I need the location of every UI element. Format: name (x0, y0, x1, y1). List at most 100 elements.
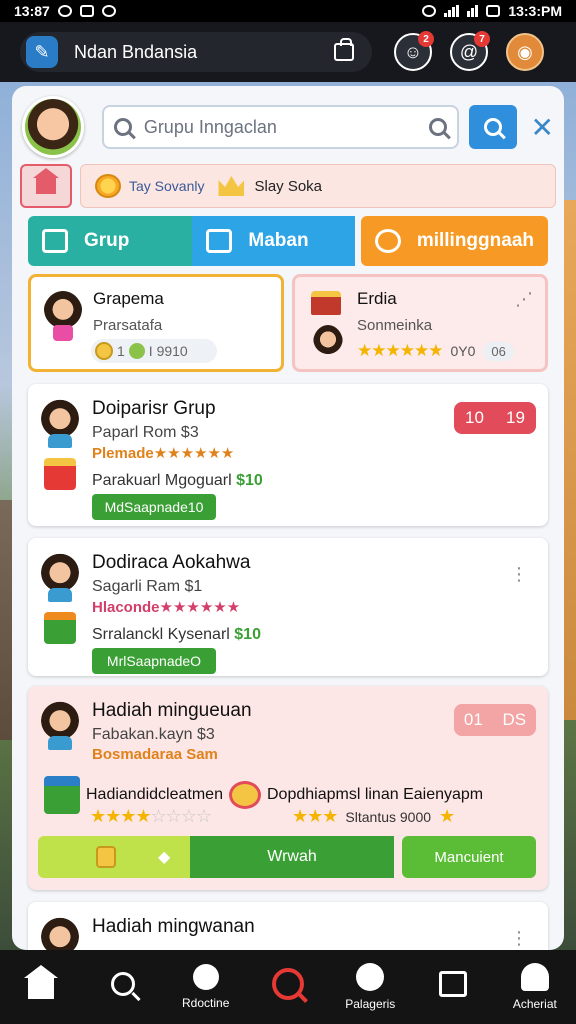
card-title: Doiparisr Grup (92, 398, 216, 419)
search-placeholder: Grupu Inngaclan (143, 116, 277, 137)
nav-label: Rdoctine (182, 996, 230, 1010)
tab-label: Grup (84, 230, 130, 251)
edit-icon (42, 229, 68, 253)
more-icon[interactable]: ⋮ (510, 928, 528, 949)
close-icon[interactable]: ✕ (531, 111, 554, 144)
prize-name: Dopdhiapmsl linan Eaienyapm (266, 786, 484, 803)
app-title: Ndan Bndansia (74, 41, 198, 62)
shopping-bag-icon[interactable] (334, 38, 354, 61)
avatar (40, 398, 80, 448)
card-subtitle: Paparl Rom $3 (92, 424, 199, 441)
rating-count: 0Y0 (450, 343, 476, 359)
user-icon (192, 964, 219, 990)
inbox-icon (438, 971, 467, 997)
join-button[interactable]: MrlSaapnadeO (92, 648, 216, 674)
hand-icon (96, 846, 116, 868)
app-header: ✎ Ndan Bndansia ☺ 2 @7 ◉ (0, 22, 576, 82)
group-name: Erdia (357, 289, 397, 308)
list-item[interactable]: Doiparisr Grup Paparl Rom $3 Plemade★★★★… (28, 384, 548, 526)
nav-label: Palageris (345, 997, 396, 1011)
card-subtitle: Fabakan.kayn $3 (92, 726, 215, 743)
avatar[interactable] (22, 96, 84, 158)
stat-value: I 9910 (148, 343, 188, 359)
home-filter-button[interactable] (20, 164, 72, 208)
coin-icon (95, 174, 121, 198)
treasure-chest-icon (311, 291, 341, 315)
rating-tag: 06 (483, 341, 514, 361)
tab-grup[interactable]: Grup (28, 216, 193, 266)
nav-rdoctine[interactable]: Rdoctine (165, 950, 247, 1024)
group-name: Grapema (93, 289, 164, 308)
tab-maban[interactable]: Maban (192, 216, 355, 266)
house-icon (33, 168, 59, 194)
nav-home[interactable] (0, 950, 82, 1024)
badge-value: 10 (465, 408, 484, 427)
signal-icon (444, 5, 460, 17)
card-rating: Plemade★★★★★★ (92, 445, 235, 462)
prize-name: Parakuarl Mgoguarl (92, 472, 232, 489)
nav-acheriat[interactable]: Acheriat (494, 950, 576, 1024)
rating-text: Sltantus 9000 (345, 808, 432, 825)
nav-discover[interactable] (247, 950, 329, 1024)
main-panel: Grupu Inngaclan ✕ Tay Sovanly Slay Soka … (12, 86, 564, 950)
coin-icon (95, 342, 113, 360)
app-icon (101, 5, 116, 17)
card-rating: Hlaconde★★★★★★ (92, 599, 241, 616)
mail-icon (79, 5, 94, 17)
filter-label: Tay Sovanly (129, 178, 205, 194)
nav-label: Acheriat (512, 997, 557, 1011)
notification-icon (57, 5, 72, 17)
card-prize: Srralanckl Kysenarl $10 (92, 626, 261, 644)
gem-icon (128, 343, 145, 359)
notification-badge: 2 (418, 31, 434, 47)
card-title: Dodiraca Aokahwa (92, 552, 251, 573)
secondary-action-button[interactable]: Mancuient (402, 836, 536, 878)
nav-palageris[interactable]: Palageris (329, 950, 411, 1024)
list-item[interactable]: Hadiah mingwanan ⋮ (28, 902, 548, 950)
stat-value: 1 (117, 343, 125, 359)
wifi-icon (467, 5, 479, 17)
avatar (40, 700, 80, 750)
user-menu-button[interactable]: ◉ (506, 33, 544, 71)
chevron-icon: ◆ (158, 849, 171, 866)
nav-inbox[interactable] (411, 950, 493, 1024)
status-badge: 10 19 (454, 402, 536, 434)
search-icon (428, 118, 447, 136)
search-input[interactable]: Grupu Inngaclan (101, 105, 459, 149)
tab-millinggnaah[interactable]: millinggnaah (360, 216, 548, 266)
search-people-button[interactable]: @7 (450, 31, 490, 71)
star-icons: ★★★★☆☆☆☆ (90, 806, 212, 826)
avatar (40, 916, 80, 950)
claim-button[interactable]: ◆ (38, 836, 190, 878)
crown-icon (218, 176, 245, 196)
home-icon (24, 965, 59, 999)
filter-label: Slay Soka (254, 177, 323, 195)
search-icon (111, 972, 136, 996)
app-logo-icon[interactable]: ✎ (26, 36, 58, 68)
group-card[interactable]: Erdia ⋰ Sonmeinka ★★★★★★ 0Y0 06 (292, 274, 548, 372)
gift-box-icon (44, 776, 80, 814)
search-icon (206, 229, 233, 253)
list-item[interactable]: Hadiah mingueuan Fabakan.kayn $3 Bosmada… (28, 686, 548, 890)
search-row: Grupu Inngaclan ✕ (12, 92, 564, 162)
prize-name: Srralanckl Kysenarl (92, 626, 230, 643)
list-item[interactable]: Dodiraca Aokahwa ⋮ Sagarli Ram $1 Hlacon… (28, 538, 548, 676)
prize-amount: $10 (236, 472, 263, 489)
join-button[interactable]: MdSaapnade10 (92, 494, 216, 520)
profile-avatar-button[interactable]: ☺ 2 (394, 31, 434, 71)
nav-search[interactable] (82, 950, 164, 1024)
star-icons: ★ (439, 806, 455, 826)
more-icon[interactable]: ⋰ (515, 289, 533, 310)
card-subtitle: Sagarli Ram $1 (92, 578, 203, 595)
search-button[interactable] (468, 105, 517, 149)
card-rating: Bosmadaraa Sam (92, 746, 218, 763)
card-title: Hadiah mingueuan (92, 700, 252, 721)
group-card[interactable]: Grapema Prarsatafa 1 I 9910 (28, 274, 284, 372)
more-icon[interactable]: ⋮ (510, 564, 528, 585)
profile-icon (520, 963, 549, 991)
filter-row: Tay Sovanly Slay Soka (20, 164, 556, 210)
primary-action-button[interactable]: Wrwah (190, 836, 394, 878)
search-icon (271, 968, 304, 1000)
filter-chip[interactable]: Tay Sovanly Slay Soka (80, 164, 556, 208)
search-icon (483, 118, 502, 136)
